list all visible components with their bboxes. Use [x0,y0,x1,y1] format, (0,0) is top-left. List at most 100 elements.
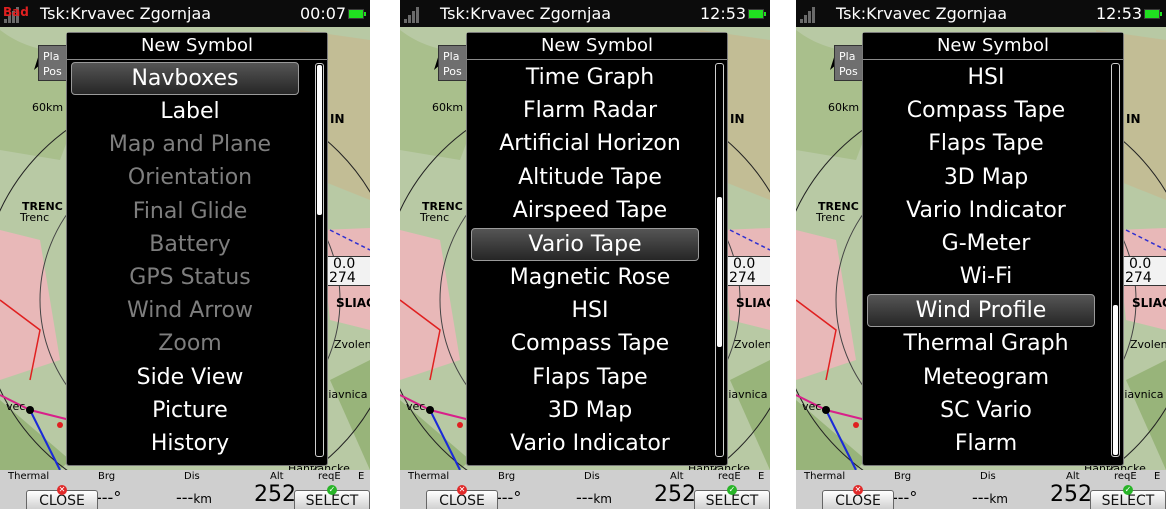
symbol-item-time-graph[interactable]: Time Graph [467,61,713,94]
signal-status-text: Bad [3,5,29,19]
symbol-item-side-view[interactable]: Side View [67,361,313,394]
symbol-item-history[interactable]: History [67,427,313,460]
select-button[interactable]: ✓ SELECT [694,485,770,509]
navbox-label-alt: Alt [670,471,684,482]
navbox-label-alt: Alt [1066,471,1080,482]
symbol-item-wi-fi[interactable]: Wi-Fi [863,260,1109,293]
map-label-trenc-town: Trenc [816,211,846,224]
close-x-icon: ✕ [853,485,863,495]
close-button[interactable]: ✕ CLOSE [822,485,894,509]
navbox-value-brg: ---° [892,488,918,507]
map-box-value-2: 274 [329,270,356,286]
symbol-item-meteogram[interactable]: Meteogram [863,361,1109,394]
navbox-value-alt: 252 [654,482,696,507]
task-name[interactable]: Tsk:Krvavec Zgornjaa [40,4,211,23]
new-symbol-dialog: New Symbol Navboxes Label Map and Plane Ori… [66,32,328,466]
symbol-item-artificial-horizon[interactable]: Artificial Horizon [467,127,713,160]
symbol-item-final-glide: Final Glide [132,198,248,224]
symbol-item-vario-indicator[interactable]: Vario Indicator [467,427,713,460]
signal-bars-icon [404,7,422,23]
screen-2: Pla Pos 60km TRENC Trenc SLIAC Zvolen Ha… [400,0,770,509]
screen-1: Pla Pos 60km TRENC Trenc SLIAC Zvolen Ha… [0,0,370,509]
task-name[interactable]: Tsk:Krvavec Zgornjaa [836,4,1007,23]
symbol-item-compass-tape[interactable]: Compass Tape [467,327,713,360]
dis-unit: km [193,492,212,506]
symbol-item-zoom: Zoom [158,331,222,357]
scrollbar-thumb[interactable] [1113,305,1118,455]
symbol-item-hsi[interactable]: HSI [863,61,1109,94]
navbox-label-dis: Dis [584,471,600,482]
close-x-icon: ✕ [57,485,67,495]
status-bar: Tsk:Krvavec Zgornjaa 12:53 [796,0,1166,27]
symbol-item-flarm[interactable]: Flarm [863,427,1109,460]
symbol-item-picture[interactable]: Picture [67,394,313,427]
close-x-icon: ✕ [457,485,467,495]
select-button-label: SELECT [1101,493,1155,509]
navbox-label-e: E [358,471,365,482]
clock-time: 12:53 [1096,4,1143,23]
close-button[interactable]: ✕ CLOSE [26,485,98,509]
close-button-label: CLOSE [39,493,85,509]
map-label-zvolen: Zvolen [734,338,770,351]
symbol-list[interactable]: HSI Compass Tape Flaps Tape 3D Map Vario Ind… [863,61,1109,460]
dialog-title: New Symbol [467,33,727,60]
scrollbar[interactable] [715,63,724,457]
navbox-label-alt: Alt [270,471,284,482]
symbol-item-altitude-tape[interactable]: Altitude Tape [467,161,713,194]
symbol-item-vario-tape[interactable]: Vario Tape [471,227,699,261]
symbol-item-map-and-plane: Map and Plane [108,132,272,158]
select-button[interactable]: ✓ SELECT [294,485,370,509]
navbox-label-e: E [1154,471,1161,482]
symbol-list[interactable]: Navboxes Label Map and Plane Orientation Fin… [67,61,313,460]
navbox-value-alt: 252 [1050,482,1092,507]
symbol-item-thermal-graph[interactable]: Thermal Graph [863,327,1109,360]
dis-unit: km [593,492,612,506]
symbol-item-flaps-tape[interactable]: Flaps Tape [863,127,1109,160]
navbox-label-brg: Brg [498,471,516,482]
scrollbar[interactable] [315,63,324,457]
symbol-item-magnetic-rose[interactable]: Magnetic Rose [467,261,713,294]
task-name[interactable]: Tsk:Krvavec Zgornjaa [440,4,611,23]
symbol-item-battery: Battery [149,231,231,257]
symbol-item-vario-indicator[interactable]: Vario Indicator [863,194,1109,227]
select-button[interactable]: ✓ SELECT [1090,485,1166,509]
scrollbar-thumb[interactable] [717,197,722,347]
symbol-item-label[interactable]: Label [67,95,313,128]
clock-time: 12:53 [700,4,747,23]
map-label-trenc-town: Trenc [20,211,50,224]
symbol-item-3d-map[interactable]: 3D Map [467,394,713,427]
scrollbar[interactable] [1111,63,1120,457]
dis-unit: km [989,492,1008,506]
symbol-list[interactable]: Time Graph Flarm Radar Artificial Horizon A… [467,61,713,460]
map-scale-label: 60km [432,101,464,114]
symbol-item-wind-profile[interactable]: Wind Profile [867,294,1095,328]
symbol-item-g-meter[interactable]: G-Meter [863,227,1109,260]
navbox-label-e: E [758,471,765,482]
symbol-item-wind-arrow: Wind Arrow [126,298,253,324]
map-box-value-1: 0.0 [733,256,756,272]
symbol-item-flarm-radar[interactable]: Flarm Radar [467,94,713,127]
dis-value: --- [576,488,594,507]
map-vario-box: 0.0 274 [726,256,770,286]
symbol-item-compass-tape[interactable]: Compass Tape [863,94,1109,127]
symbol-item-flaps-tape[interactable]: Flaps Tape [467,361,713,394]
navbox-label-reqe: reqE [318,471,341,482]
close-button[interactable]: ✕ CLOSE [426,485,498,509]
battery-icon [748,9,766,19]
map-label-zvolen: Zvolen [1130,338,1166,351]
symbol-item-navboxes[interactable]: Navboxes [71,62,299,95]
screen-3: Pla Pos 60km TRENC Trenc SLIAC Zvolen Ha… [796,0,1166,509]
symbol-item-3d-map[interactable]: 3D Map [863,161,1109,194]
dialog-title: New Symbol [863,33,1123,60]
scrollbar-thumb[interactable] [317,65,322,215]
navbox-label-dis: Dis [980,471,996,482]
map-box-value-1: 0.0 [1129,256,1152,272]
map-label-vec: vec [802,400,822,413]
symbol-item-sc-vario[interactable]: SC Vario [863,394,1109,427]
symbol-item-airspeed-tape[interactable]: Airspeed Tape [467,194,713,227]
symbol-item-hsi[interactable]: HSI [467,294,713,327]
navbox-label-reqe: reqE [1114,471,1137,482]
map-label-in: IN [730,112,745,126]
map-scale-label: 60km [32,101,64,114]
navbox-value-dis: ---km [576,488,612,507]
